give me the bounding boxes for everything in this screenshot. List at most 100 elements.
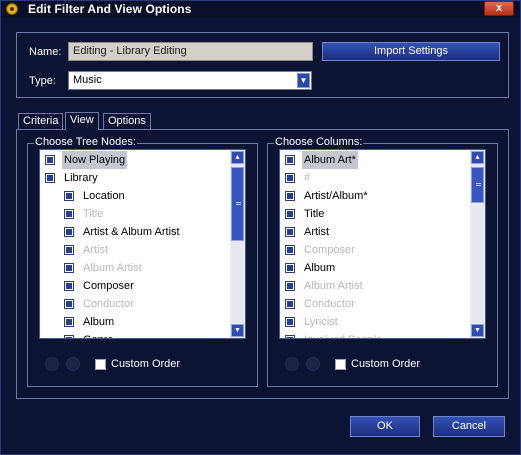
checkbox[interactable] (285, 263, 295, 273)
list-item[interactable]: Artist (280, 223, 470, 241)
app-logo-icon (6, 3, 18, 15)
list-item[interactable]: Artist/Album* (280, 187, 470, 205)
list-item[interactable]: Lyricist (280, 313, 470, 331)
list-item[interactable]: Artist & Album Artist (40, 223, 230, 241)
checkbox[interactable] (64, 209, 74, 219)
list-item-label: Conductor (83, 298, 134, 310)
list-item-label: Artist & Album Artist (83, 226, 180, 238)
list-item-label: Artist (83, 244, 109, 256)
checkbox[interactable] (285, 281, 295, 291)
checkbox[interactable] (64, 317, 74, 327)
checkbox[interactable] (285, 155, 295, 165)
list-item[interactable]: Artist (40, 241, 230, 259)
checkbox[interactable] (64, 227, 74, 237)
type-select[interactable]: Music ▼ (68, 71, 312, 90)
list-item-label: Title (304, 208, 325, 220)
checkbox[interactable] (64, 335, 74, 338)
checkbox[interactable] (64, 191, 74, 201)
list-item[interactable]: # (280, 169, 470, 187)
list-item[interactable]: Album Art* (280, 151, 470, 169)
list-item[interactable]: Title (40, 205, 230, 223)
list-item[interactable]: Conductor (280, 295, 470, 313)
list-item[interactable]: Now Playing (40, 151, 230, 169)
tree-nodes-list[interactable]: Now Playing Library Location Title Artis… (39, 149, 246, 339)
list-item-label: Artist/Album* (304, 190, 368, 202)
tree-custom-order-checkbox[interactable] (95, 359, 106, 370)
list-item-label: Location (83, 190, 125, 202)
checkbox[interactable] (64, 299, 74, 309)
checkbox[interactable] (285, 209, 295, 219)
list-item[interactable]: Title (280, 205, 470, 223)
scroll-down-icon[interactable]: ▼ (231, 324, 244, 337)
close-button[interactable]: x (484, 1, 514, 16)
list-item-label: Conductor (304, 298, 355, 310)
checkbox[interactable] (285, 191, 295, 201)
name-label: Name: (29, 46, 62, 58)
name-field[interactable]: Editing - Library Editing (68, 42, 313, 61)
columns-scrollbar[interactable]: ▲ ▼ (470, 150, 485, 338)
checkbox[interactable] (285, 317, 295, 327)
list-item[interactable]: Location (40, 187, 230, 205)
columns-list[interactable]: Album Art* # Artist/Album* Title Artist … (279, 149, 486, 339)
list-item-label: Artist (304, 226, 330, 238)
type-select-value: Music (73, 74, 102, 86)
checkbox[interactable] (285, 227, 295, 237)
tab-criteria[interactable]: Criteria (18, 113, 64, 129)
list-item-label: Composer (83, 280, 134, 292)
scroll-up-icon[interactable]: ▲ (471, 151, 484, 164)
type-label: Type: (29, 75, 56, 87)
list-item[interactable]: Album (40, 313, 230, 331)
tree-nodes-legend: Choose Tree Nodes: (34, 136, 137, 148)
checkbox[interactable] (64, 281, 74, 291)
checkbox[interactable] (285, 299, 295, 309)
list-item-label: Library (64, 172, 98, 184)
tab-view[interactable]: View (65, 112, 99, 130)
list-item[interactable]: Library (40, 169, 230, 187)
tab-options[interactable]: Options (103, 113, 151, 129)
list-item[interactable]: Album Artist (280, 277, 470, 295)
list-item[interactable]: Genre (40, 331, 230, 338)
list-item-label: Composer (304, 244, 355, 256)
title-bar: Edit Filter And View Options x (1, 1, 520, 18)
list-item-label: Now Playing (62, 151, 128, 169)
list-item-label: Genre (83, 331, 114, 338)
arrow-up-icon[interactable] (45, 357, 59, 371)
list-item-label: Album Artist (304, 280, 363, 292)
scroll-thumb[interactable] (471, 167, 484, 203)
checkbox[interactable] (285, 173, 295, 183)
checkbox[interactable] (64, 263, 74, 273)
list-item-label: Album (304, 262, 336, 274)
scroll-up-icon[interactable]: ▲ (231, 151, 244, 164)
tree-nodes-scrollbar[interactable]: ▲ ▼ (230, 150, 245, 338)
window-title: Edit Filter And View Options (28, 2, 192, 16)
tree-custom-order-label: Custom Order (111, 358, 181, 370)
list-item[interactable]: Composer (40, 277, 230, 295)
checkbox[interactable] (285, 335, 295, 338)
import-settings-button[interactable]: Import Settings (322, 42, 500, 61)
dialog-window: Edit Filter And View Options x Name: Edi… (0, 0, 521, 455)
columns-legend: Choose Columns: (274, 136, 364, 148)
chevron-down-icon[interactable]: ▼ (297, 73, 310, 88)
checkbox[interactable] (64, 245, 74, 255)
scroll-thumb[interactable] (231, 167, 244, 241)
scroll-down-icon[interactable]: ▼ (471, 324, 484, 337)
checkbox[interactable] (45, 155, 55, 165)
checkbox[interactable] (285, 245, 295, 255)
list-item-label: Involved People (304, 331, 382, 338)
list-item[interactable]: Album Artist (40, 259, 230, 277)
arrow-up-icon[interactable] (285, 357, 299, 371)
list-item-label: Album (83, 316, 115, 328)
ok-button[interactable]: OK (350, 416, 420, 437)
list-item-label: Title (83, 208, 104, 220)
list-item[interactable]: Album (280, 259, 470, 277)
list-item[interactable]: Involved People (280, 331, 470, 338)
arrow-down-icon[interactable] (306, 357, 320, 371)
list-item[interactable]: Composer (280, 241, 470, 259)
cancel-button[interactable]: Cancel (433, 416, 505, 437)
columns-custom-order-checkbox[interactable] (335, 359, 346, 370)
list-item[interactable]: Conductor (40, 295, 230, 313)
checkbox[interactable] (45, 173, 55, 183)
list-item-label: Album Artist (83, 262, 142, 274)
list-item-label: # (304, 172, 311, 184)
arrow-down-icon[interactable] (66, 357, 80, 371)
